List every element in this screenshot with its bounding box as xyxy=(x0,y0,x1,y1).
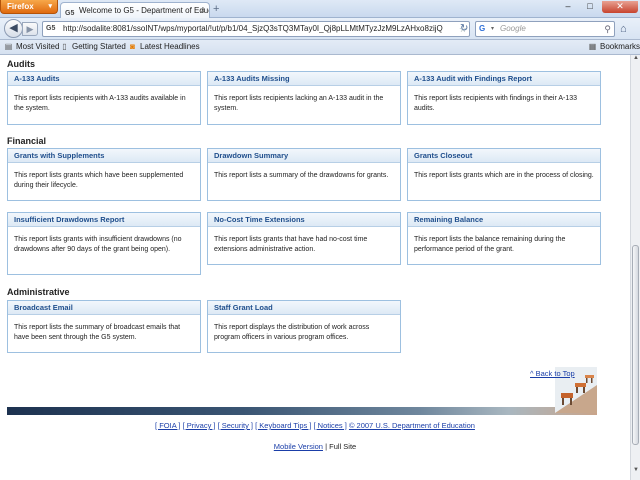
report-link[interactable]: Drawdown Summary xyxy=(208,149,400,163)
full-site-label: Full Site xyxy=(329,442,357,451)
section-title-audits: Audits xyxy=(7,59,35,69)
notices-link[interactable]: [ Notices ] xyxy=(314,421,347,430)
report-description: This report lists recipients lacking an … xyxy=(214,95,384,112)
g5-favicon-icon: G5 xyxy=(46,25,56,32)
browser-tab[interactable]: G5 Welcome to G5 - Department of Educati… xyxy=(60,2,210,18)
scroll-up-arrow-icon[interactable]: ▲ xyxy=(632,55,640,65)
close-window-button[interactable]: ✕ xyxy=(602,1,638,13)
report-card-a133-findings: A-133 Audit with Findings Report This re… xyxy=(407,71,601,125)
vertical-scrollbar[interactable]: ▲ ▼ xyxy=(630,55,640,480)
report-link[interactable]: Staff Grant Load xyxy=(208,301,400,315)
banner-stripe xyxy=(7,407,597,415)
firefox-menu-button[interactable]: Firefox ▾ xyxy=(0,0,58,14)
footer-links: [ FOIA ] [ Privacy ] [ Security ] [ Keyb… xyxy=(0,421,630,430)
security-link[interactable]: [ Security ] xyxy=(218,421,253,430)
report-link[interactable]: Remaining Balance xyxy=(408,213,600,227)
firefox-menu-label: Firefox xyxy=(7,2,34,11)
chevron-down-icon: ▾ xyxy=(48,3,52,10)
section-title-financial: Financial xyxy=(7,136,47,146)
report-description: This report lists grants which are in th… xyxy=(414,172,594,179)
report-description: This report lists grants which have been… xyxy=(14,172,184,189)
footer-banner xyxy=(7,367,597,415)
report-description: This report lists grants that have had n… xyxy=(214,236,368,253)
bookmarks-icon: ▦ xyxy=(588,42,597,51)
report-link[interactable]: A-133 Audits Missing xyxy=(208,72,400,86)
tab-title: Welcome to G5 - Department of Educati... xyxy=(79,6,209,15)
report-link[interactable]: A-133 Audits xyxy=(8,72,200,86)
bookmark-label: Most Visited xyxy=(16,42,60,51)
report-description: This report lists recipients with A-133 … xyxy=(14,95,186,112)
home-icon[interactable]: ⌂ xyxy=(620,22,627,36)
google-icon[interactable]: G xyxy=(479,23,491,35)
bookmark-folder-icon: ▤ xyxy=(4,42,13,51)
report-card-broadcast-email: Broadcast Email This report lists the su… xyxy=(7,300,201,353)
bookmark-getting-started[interactable]: ▯ Getting Started xyxy=(60,40,126,54)
page-viewport: Audits A-133 Audits This report lists re… xyxy=(0,55,630,480)
report-card-a133-audits-missing: A-133 Audits Missing This report lists r… xyxy=(207,71,401,125)
page-icon: ▯ xyxy=(62,42,67,51)
report-card-no-cost-time-extensions: No-Cost Time Extensions This report list… xyxy=(207,212,401,265)
bookmarks-toolbar: ▤ Most Visited ▯ Getting Started ◙ Latest H… xyxy=(0,40,640,55)
bookmark-latest-headlines[interactable]: ◙ Latest Headlines xyxy=(128,40,200,54)
report-description: This report displays the distribution of… xyxy=(214,324,370,341)
reload-icon[interactable]: ↻ xyxy=(460,22,468,36)
bookmarks-menu-button[interactable]: ▦ Bookmarks xyxy=(588,40,640,54)
magnifier-icon[interactable]: ⚲ xyxy=(604,22,611,36)
g5-favicon-icon: G5 xyxy=(65,10,75,17)
rss-feed-icon: ◙ xyxy=(130,42,135,51)
report-description: This report lists a summary of the drawd… xyxy=(214,172,389,179)
copyright-link[interactable]: © 2007 U.S. Department of Education xyxy=(349,421,475,430)
back-button[interactable]: ◀ xyxy=(4,19,23,38)
bookmark-label: Latest Headlines xyxy=(140,42,200,51)
mobile-version-link[interactable]: Mobile Version xyxy=(274,442,323,451)
privacy-link[interactable]: [ Privacy ] xyxy=(183,421,216,430)
scrollbar-thumb[interactable] xyxy=(632,245,639,445)
report-card-staff-grant-load: Staff Grant Load This report displays th… xyxy=(207,300,401,353)
close-tab-icon[interactable]: × xyxy=(200,3,205,18)
report-link[interactable]: Grants Closeout xyxy=(408,149,600,163)
search-placeholder: Google xyxy=(500,24,526,33)
report-link[interactable]: Broadcast Email xyxy=(8,301,200,315)
report-link[interactable]: A-133 Audit with Findings Report xyxy=(408,72,600,86)
report-card-a133-audits: A-133 Audits This report lists recipient… xyxy=(7,71,201,125)
maximize-button[interactable]: □ xyxy=(580,1,600,13)
report-description: This report lists the summary of broadca… xyxy=(14,324,181,341)
keyboard-tips-link[interactable]: [ Keyboard Tips ] xyxy=(255,421,311,430)
new-tab-button[interactable]: + xyxy=(213,3,219,15)
bookmark-label: Getting Started xyxy=(72,42,126,51)
report-description: This report lists the balance remaining … xyxy=(414,236,566,253)
report-link[interactable]: No-Cost Time Extensions xyxy=(208,213,400,227)
scroll-down-arrow-icon[interactable]: ▼ xyxy=(632,467,640,477)
forward-button[interactable]: ▶ xyxy=(22,22,38,36)
report-card-grants-with-supplements: Grants with Supplements This report list… xyxy=(7,148,201,201)
report-card-insufficient-drawdowns: Insufficient Drawdowns Report This repor… xyxy=(7,212,201,275)
address-bar[interactable]: G5 http://sodalite:8081/ssoINT/wps/mypor… xyxy=(42,21,470,37)
url-text[interactable]: http://sodalite:8081/ssoINT/wps/myportal… xyxy=(63,22,443,36)
site-version-switcher: Mobile Version | Full Site xyxy=(0,442,630,451)
bookmark-most-visited[interactable]: ▤ Most Visited xyxy=(4,40,60,54)
report-card-remaining-balance: Remaining Balance This report lists the … xyxy=(407,212,601,265)
report-description: This report lists grants with insufficie… xyxy=(14,236,182,253)
bookmarks-menu-label: Bookmarks xyxy=(600,42,640,51)
window-titlebar: Firefox ▾ G5 Welcome to G5 - Department … xyxy=(0,0,640,18)
section-title-administrative: Administrative xyxy=(7,287,70,297)
report-card-drawdown-summary: Drawdown Summary This report lists a sum… xyxy=(207,148,401,201)
report-card-grants-closeout: Grants Closeout This report lists grants… xyxy=(407,148,601,201)
report-link[interactable]: Insufficient Drawdowns Report xyxy=(8,213,200,227)
minimize-button[interactable]: – xyxy=(558,1,578,13)
report-link[interactable]: Grants with Supplements xyxy=(8,149,200,163)
search-input[interactable]: G ▾ Google ⚲ xyxy=(475,21,615,37)
navigation-toolbar: ◀ ▶ G5 http://sodalite:8081/ssoINT/wps/m… xyxy=(0,18,640,40)
chevron-down-icon[interactable]: ▾ xyxy=(491,22,494,36)
foia-link[interactable]: [ FOIA ] xyxy=(155,421,180,430)
back-to-top-link[interactable]: ^ Back to Top xyxy=(530,369,575,378)
report-description: This report lists recipients with findin… xyxy=(414,95,578,112)
